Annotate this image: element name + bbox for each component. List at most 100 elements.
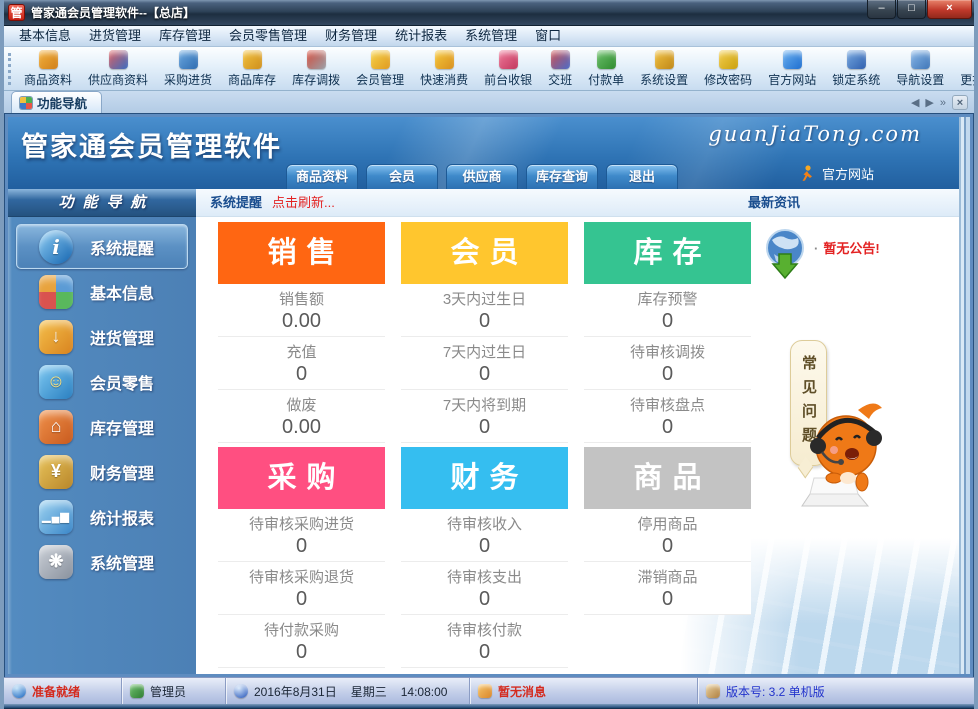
nav-button-商品资料[interactable]: 商品资料 bbox=[286, 164, 358, 189]
toolbar-item-商品库存[interactable]: 商品库存 bbox=[220, 50, 284, 88]
menu-item-窗口[interactable]: 窗口 bbox=[526, 26, 570, 46]
menu-bar: 基本信息进货管理库存管理会员零售管理财务管理统计报表系统管理窗口 bbox=[4, 26, 974, 47]
tab-nav-icon bbox=[20, 97, 32, 109]
nav-button-库存查询[interactable]: 库存查询 bbox=[526, 164, 598, 189]
panel-row-label: 待审核收入 bbox=[401, 513, 568, 534]
sidebar-item-系统管理[interactable]: ❋系统管理 bbox=[16, 539, 188, 584]
menu-item-系统管理[interactable]: 系统管理 bbox=[456, 26, 526, 46]
panel-销售: 销售销售额0.00充值0做废0.00 bbox=[218, 222, 385, 443]
sidebar-header: 功能导航 bbox=[8, 189, 196, 217]
notice-text: 暂无公告! bbox=[814, 238, 880, 257]
maximize-button[interactable]: □ bbox=[897, 0, 926, 19]
toolbar-item-导航设置[interactable]: 导航设置 bbox=[888, 50, 952, 88]
toolbar-item-快速消费[interactable]: 快速消费 bbox=[412, 50, 476, 88]
menu-item-会员零售管理[interactable]: 会员零售管理 bbox=[220, 26, 316, 46]
tab-scroll-left-icon[interactable]: ◀ bbox=[911, 96, 919, 110]
panel-row-value: 0 bbox=[584, 363, 751, 386]
panel-row: 待审核盘点0 bbox=[584, 390, 751, 443]
status-cell-message: 暂无消息 bbox=[470, 678, 698, 704]
sidebar-list: i系统提醒基本信息↓进货管理☺会员零售⌂库存管理¥财务管理▁▄▆统计报表❋系统管… bbox=[8, 217, 196, 584]
sidebar-item-label: 系统管理 bbox=[90, 550, 154, 574]
panel-row-value: 0 bbox=[401, 310, 568, 333]
panel-row: 停用商品0 bbox=[584, 509, 751, 562]
chat-bubbles-icon: ☺ bbox=[39, 365, 73, 399]
tab-close-icon[interactable]: × bbox=[952, 95, 968, 110]
panel-row-value: 0 bbox=[401, 416, 568, 439]
tab-overflow-icon[interactable]: » bbox=[940, 96, 946, 110]
toolbar-item-交班[interactable]: 交班 bbox=[540, 50, 580, 88]
menu-item-基本信息[interactable]: 基本信息 bbox=[10, 26, 80, 46]
member-icon bbox=[371, 50, 390, 69]
sidebar-item-财务管理[interactable]: ¥财务管理 bbox=[16, 449, 188, 494]
toolbar-item-label: 付款单 bbox=[588, 71, 624, 88]
menu-item-统计报表[interactable]: 统计报表 bbox=[386, 26, 456, 46]
sidebar-item-库存管理[interactable]: ⌂库存管理 bbox=[16, 404, 188, 449]
panel-row-label: 7天内过生日 bbox=[401, 341, 568, 362]
sidebar-item-label: 系统提醒 bbox=[90, 235, 154, 259]
toolbar-item-label: 商品资料 bbox=[24, 71, 72, 88]
panel-row-value: 0 bbox=[218, 363, 385, 386]
tab-function-nav[interactable]: 功能导航 bbox=[11, 91, 102, 113]
panel-row: 充值0 bbox=[218, 337, 385, 390]
panel-row: 库存预警0 bbox=[584, 284, 751, 337]
minimize-button[interactable]: – bbox=[867, 0, 896, 19]
tab-strip: 功能导航 ◀ ▶ » × bbox=[4, 91, 974, 114]
status-text: 版本号: 3.2 单机版 bbox=[726, 683, 825, 700]
globe-download-icon bbox=[762, 228, 808, 280]
toolbar-item-官方网站[interactable]: 官方网站 bbox=[760, 50, 824, 88]
toolbar-item-采购进货[interactable]: 采购进货 bbox=[156, 50, 220, 88]
status-cell-ready: 准备就绪 bbox=[4, 678, 122, 704]
panel-row-label: 停用商品 bbox=[584, 513, 751, 534]
toolbar-item-label: 系统设置 bbox=[640, 71, 688, 88]
panel-row-label: 3天内过生日 bbox=[401, 288, 568, 309]
panel-body: 库存预警0待审核调拨0待审核盘点0 bbox=[584, 284, 751, 443]
toolbar-item-库存调拨[interactable]: 库存调拨 bbox=[284, 50, 348, 88]
toolbar-item-系统设置[interactable]: 系统设置 bbox=[632, 50, 696, 88]
toolbar-item-会员管理[interactable]: 会员管理 bbox=[348, 50, 412, 88]
panel-row: 待审核支出0 bbox=[401, 562, 568, 615]
toolbar-item-前台收银[interactable]: 前台收银 bbox=[476, 50, 540, 88]
status-text-part: 版本号: 3.2 单机版 bbox=[726, 685, 825, 699]
panel-财务: 财务待审核收入0待审核支出0待审核付款0 bbox=[401, 447, 568, 668]
panel-row-label: 待审核盘点 bbox=[584, 394, 751, 415]
sidebar-item-会员零售[interactable]: ☺会员零售 bbox=[16, 359, 188, 404]
sidebar-item-统计报表[interactable]: ▁▄▆统计报表 bbox=[16, 494, 188, 539]
official-site-link[interactable]: 官方网站 bbox=[799, 164, 874, 183]
lock-icon bbox=[847, 50, 866, 69]
truck-icon bbox=[179, 50, 198, 69]
toolbar-item-label: 库存调拨 bbox=[292, 71, 340, 88]
nav-button-退出[interactable]: 退出 bbox=[606, 164, 678, 189]
panel-body: 待审核采购进货0待审核采购退货0待付款采购0 bbox=[218, 509, 385, 668]
sidebar-item-基本信息[interactable]: 基本信息 bbox=[16, 269, 188, 314]
close-button[interactable]: × bbox=[927, 0, 972, 19]
tab-strip-controls: ◀ ▶ » × bbox=[911, 95, 968, 110]
panel-row-value: 0 bbox=[218, 641, 385, 664]
payment-icon bbox=[597, 50, 616, 69]
panel-row-label: 待审核采购退货 bbox=[218, 566, 385, 587]
toolbar-item-商品资料[interactable]: 商品资料 bbox=[16, 50, 80, 88]
basket-icon: ↓ bbox=[39, 320, 73, 354]
nav-button-会员[interactable]: 会员 bbox=[366, 164, 438, 189]
toolbar-item-供应商资料[interactable]: 供应商资料 bbox=[80, 50, 156, 88]
toolbar-item-锁定系统[interactable]: 锁定系统 bbox=[824, 50, 888, 88]
refresh-link[interactable]: 点击刷新... bbox=[272, 189, 335, 217]
banner: 管家通会员管理软件 guanJiaTong.com 官方网站 商品资料会员供应商… bbox=[8, 117, 970, 189]
website-icon bbox=[783, 50, 802, 69]
menu-item-财务管理[interactable]: 财务管理 bbox=[316, 26, 386, 46]
toolbar: 商品资料供应商资料采购进货商品库存库存调拨会员管理快速消费前台收银交班付款单系统… bbox=[4, 47, 974, 91]
tab-scroll-right-icon[interactable]: ▶ bbox=[925, 96, 933, 110]
menu-item-进货管理[interactable]: 进货管理 bbox=[80, 26, 150, 46]
toolbar-item-修改密码[interactable]: 修改密码 bbox=[696, 50, 760, 88]
menu-item-库存管理[interactable]: 库存管理 bbox=[150, 26, 220, 46]
banner-nav-buttons: 商品资料会员供应商库存查询退出 bbox=[286, 164, 678, 189]
transfer-icon bbox=[307, 50, 326, 69]
ready-icon bbox=[12, 684, 26, 698]
sidebar-item-系统提醒[interactable]: i系统提醒 bbox=[16, 224, 188, 269]
toolbar-item-更换皮肤[interactable]: 更换皮肤▾ bbox=[952, 50, 974, 88]
sidebar-item-进货管理[interactable]: ↓进货管理 bbox=[16, 314, 188, 359]
toolbar-item-付款单[interactable]: 付款单 bbox=[580, 50, 632, 88]
nav-button-供应商[interactable]: 供应商 bbox=[446, 164, 518, 189]
panel-row-label: 7天内将到期 bbox=[401, 394, 568, 415]
panel-row-label: 待付款采购 bbox=[218, 619, 385, 640]
shift-icon bbox=[551, 50, 570, 69]
